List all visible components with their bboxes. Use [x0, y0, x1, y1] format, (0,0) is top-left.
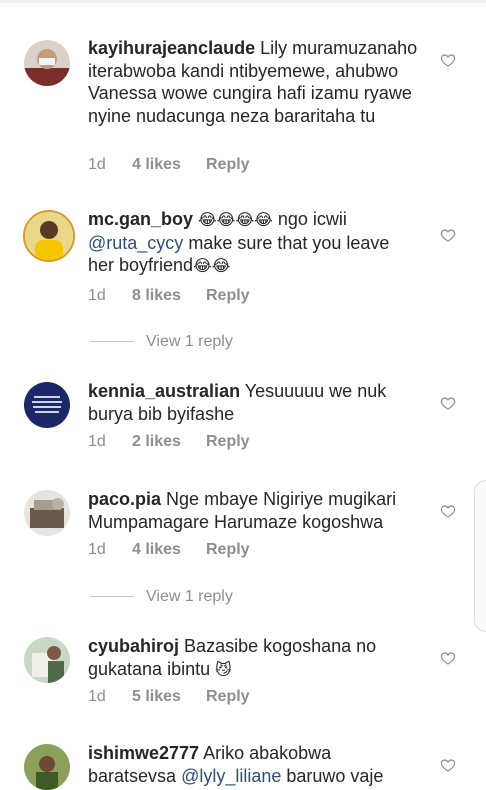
heart-outline-icon[interactable]: [440, 395, 456, 411]
comment-meta: 1d 5 likes Reply: [88, 688, 250, 706]
comment-body: baruwo vaje: [281, 765, 384, 786]
top-divider: [0, 0, 486, 3]
reply-button[interactable]: Reply: [206, 287, 250, 304]
avatar[interactable]: [24, 382, 70, 428]
comment-text: kennia_australian Yesuuuuu we nuk burya …: [88, 380, 418, 425]
mention-link[interactable]: @ruta_cycy: [88, 233, 183, 253]
comment-username[interactable]: ishimwe2777: [88, 743, 199, 763]
comment-username[interactable]: cyubahiroj: [88, 636, 179, 656]
comment-time: 1d: [88, 433, 106, 450]
view-replies-label: View 1 reply: [146, 588, 233, 605]
avatar[interactable]: [24, 490, 70, 536]
comment-time: 1d: [88, 688, 106, 705]
comment-username[interactable]: kayihurajeanclaude: [88, 38, 255, 58]
reply-button[interactable]: Reply: [206, 156, 250, 173]
comment-meta: 1d 8 likes Reply: [88, 287, 250, 305]
comment-username[interactable]: mc.gan_boy: [88, 209, 193, 229]
comment-time: 1d: [88, 156, 106, 173]
avatar[interactable]: [23, 210, 75, 262]
reply-button[interactable]: Reply: [206, 433, 250, 450]
comment-username[interactable]: paco.pia: [88, 489, 161, 509]
comment-text: kayihurajeanclaude Lily muramuzanaho ite…: [88, 37, 418, 127]
comment-emoji: 😂😂: [193, 256, 231, 275]
comment-meta: 1d 4 likes Reply: [88, 541, 250, 559]
comment-username[interactable]: kennia_australian: [88, 381, 240, 401]
comment-meta: 1d 2 likes Reply: [88, 433, 250, 451]
comment-text: paco.pia Nge mbaye Nigiriye mugikari Mum…: [88, 488, 418, 533]
likes-count[interactable]: 4 likes: [132, 541, 206, 559]
comment-time: 1d: [88, 541, 106, 558]
comment-body: ngo icwii: [272, 209, 347, 229]
comment-text: ishimwe2777 Ariko abakobwa baratsevsa @l…: [88, 742, 418, 787]
comment-time: 1d: [88, 287, 106, 304]
mention-link[interactable]: @lyly_liliane: [181, 766, 281, 786]
likes-count[interactable]: 2 likes: [132, 433, 206, 451]
heart-outline-icon[interactable]: [440, 757, 456, 773]
heart-outline-icon[interactable]: [440, 227, 456, 243]
avatar[interactable]: [24, 637, 70, 683]
heart-outline-icon[interactable]: [440, 503, 456, 519]
heart-outline-icon[interactable]: [440, 650, 456, 666]
heart-outline-icon[interactable]: [440, 52, 456, 68]
avatar[interactable]: [24, 40, 70, 86]
comment-meta: 1d 4 likes Reply: [88, 156, 250, 174]
likes-count[interactable]: 8 likes: [132, 287, 206, 305]
view-replies-button[interactable]: View 1 reply: [90, 588, 233, 606]
reply-button[interactable]: Reply: [206, 541, 250, 558]
avatar[interactable]: [24, 744, 70, 790]
comment-text: mc.gan_boy 😂😂😂😂 ngo icwii @ruta_cycy mak…: [88, 208, 418, 278]
scroll-handle[interactable]: [474, 480, 486, 632]
comment-emoji: 😂😂😂😂: [198, 210, 273, 229]
likes-count[interactable]: 5 likes: [132, 688, 206, 706]
likes-count[interactable]: 4 likes: [132, 156, 206, 174]
view-replies-label: View 1 reply: [146, 333, 233, 350]
view-replies-button[interactable]: View 1 reply: [90, 333, 233, 351]
divider-line: [90, 341, 134, 343]
reply-button[interactable]: Reply: [206, 688, 250, 705]
divider-line: [90, 596, 134, 598]
comment-text: cyubahiroj Bazasibe kogoshana no gukatan…: [88, 635, 418, 681]
comment-emoji: 😼: [215, 659, 232, 679]
